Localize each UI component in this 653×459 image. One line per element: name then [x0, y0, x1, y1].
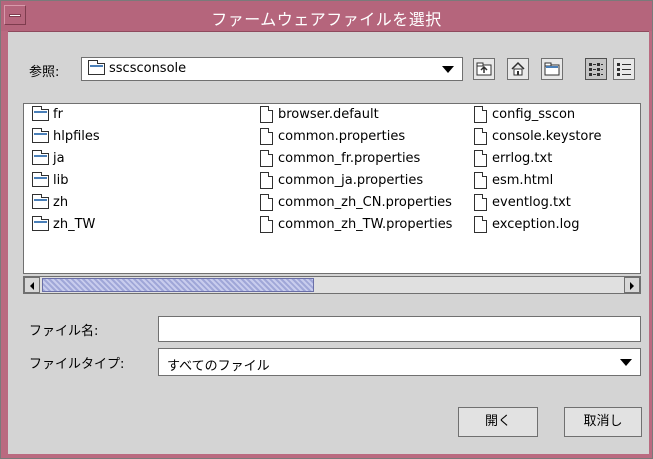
file-name: eventlog.txt [492, 195, 571, 210]
filetype-label: ファイルタイプ: [29, 357, 125, 372]
folder-item[interactable]: hlpfiles [32, 126, 100, 148]
filetype-value: すべてのファイル [167, 359, 270, 374]
file-icon [474, 128, 487, 145]
file-name: common_zh_TW.properties [278, 217, 453, 232]
window-frame-left [1, 31, 8, 458]
window-frame-right [649, 31, 652, 458]
file-item[interactable]: errlog.txt [474, 148, 552, 170]
folder-name: zh [53, 195, 69, 210]
file-item[interactable]: eventlog.txt [474, 192, 571, 214]
file-name: esm.html [492, 173, 554, 188]
chevron-down-icon [620, 359, 632, 366]
file-icon [260, 194, 273, 211]
folder-icon [32, 127, 49, 143]
file-icon [260, 216, 273, 233]
new-folder-icon [544, 62, 560, 76]
filename-label: ファイル名: [29, 324, 99, 339]
file-name: common_zh_CN.properties [278, 195, 452, 210]
file-name: errlog.txt [492, 151, 553, 166]
folder-icon [32, 149, 49, 165]
look-in-value: sscsconsole [109, 61, 187, 76]
scroll-left-button[interactable] [24, 277, 40, 293]
file-item[interactable]: esm.html [474, 170, 553, 192]
folder-name: hlpfiles [53, 129, 100, 144]
file-icon [474, 172, 487, 189]
folder-icon [32, 171, 49, 187]
folder-icon [32, 105, 49, 121]
scroll-thumb[interactable] [42, 278, 314, 292]
file-item[interactable]: config_sscon [474, 104, 575, 126]
folder-item[interactable]: fr [32, 104, 63, 126]
file-chooser-dialog: ファームウェアファイルを選択 参照: sscsconsole fr hlpfil… [0, 0, 653, 459]
filename-input[interactable] [158, 316, 641, 342]
file-icon [474, 194, 487, 211]
file-name: common_fr.properties [278, 151, 421, 166]
window-frame-bottom [1, 454, 652, 458]
folder-item[interactable]: zh [32, 192, 68, 214]
file-icon [260, 172, 273, 189]
look-in-label: 参照: [29, 65, 60, 80]
file-item[interactable]: common_zh_TW.properties [260, 214, 452, 236]
file-icon [260, 150, 273, 167]
file-item[interactable]: common_ja.properties [260, 170, 423, 192]
details-view-icon [617, 63, 631, 76]
window-title: ファームウェアファイルを選択 [211, 10, 442, 29]
file-name: common_ja.properties [278, 173, 424, 188]
details-view-button[interactable] [613, 58, 635, 80]
folder-item[interactable]: zh_TW [32, 214, 95, 236]
home-icon [511, 61, 525, 76]
arrow-left-icon [30, 282, 34, 290]
file-item[interactable]: common.properties [260, 126, 405, 148]
cancel-button[interactable]: 取消し [564, 407, 642, 437]
up-one-level-button[interactable] [473, 58, 495, 80]
list-view-icon [589, 63, 603, 76]
folder-up-icon [476, 62, 492, 76]
look-in-value-wrap: sscsconsole [88, 59, 187, 76]
folder-icon [32, 215, 49, 231]
folder-name: lib [53, 173, 69, 188]
folder-name: fr [53, 107, 63, 122]
list-view-button[interactable] [585, 58, 607, 80]
file-icon [260, 128, 273, 145]
file-name: browser.default [278, 107, 379, 122]
folder-name: ja [53, 151, 65, 166]
folder-icon [88, 59, 105, 75]
folder-icon [32, 193, 49, 209]
file-name: exception.log [492, 217, 580, 232]
file-icon [260, 106, 273, 123]
file-icon [474, 106, 487, 123]
scroll-right-button[interactable] [624, 277, 640, 293]
file-list[interactable]: fr hlpfiles ja lib zh zh_TW browser.defa… [23, 103, 641, 274]
home-button[interactable] [507, 58, 529, 80]
folder-item[interactable]: ja [32, 148, 65, 170]
look-in-combo[interactable]: sscsconsole [81, 57, 463, 81]
file-item[interactable]: browser.default [260, 104, 379, 126]
file-name: console.keystore [492, 129, 602, 144]
file-item[interactable]: common_zh_CN.properties [260, 192, 452, 214]
file-item[interactable]: exception.log [474, 214, 579, 236]
folder-name: zh_TW [53, 217, 96, 232]
file-item[interactable]: common_fr.properties [260, 148, 420, 170]
filetype-combo[interactable]: すべてのファイル [158, 348, 641, 376]
chevron-down-icon [442, 66, 454, 73]
file-item[interactable]: console.keystore [474, 126, 601, 148]
file-icon [474, 216, 487, 233]
folder-item[interactable]: lib [32, 170, 68, 192]
open-button[interactable]: 開く [458, 407, 538, 437]
file-name: common.properties [278, 129, 406, 144]
file-name: config_sscon [492, 107, 576, 122]
new-folder-button[interactable] [541, 58, 563, 80]
file-icon [474, 150, 487, 167]
horizontal-scrollbar[interactable] [23, 276, 641, 294]
arrow-right-icon [630, 282, 634, 290]
title-bar[interactable]: ファームウェアファイルを選択 [1, 1, 652, 32]
